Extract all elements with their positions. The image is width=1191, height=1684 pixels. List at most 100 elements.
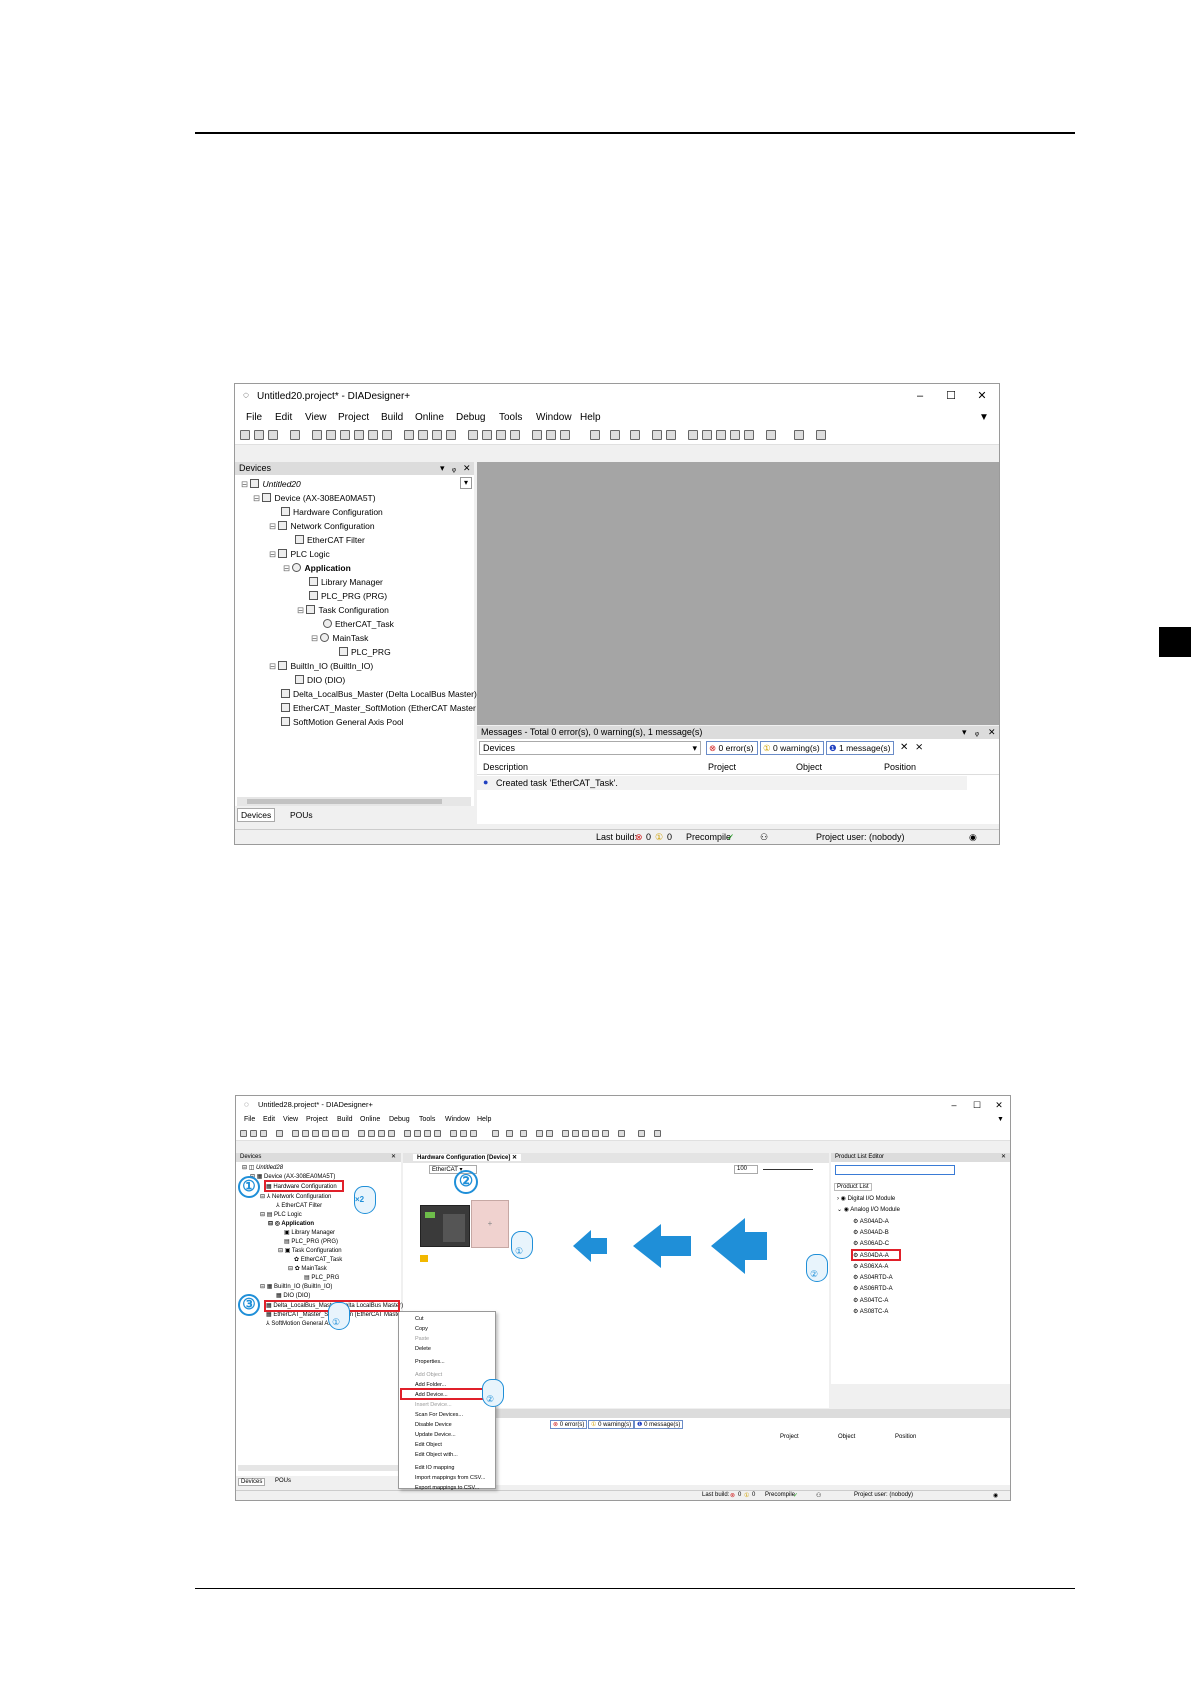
panel-close-icon[interactable]: ✕ <box>463 462 471 475</box>
breakpoint-clear-icon[interactable] <box>602 1130 609 1137</box>
panel-dropdown-icon[interactable]: ▾ <box>440 462 445 475</box>
menu-item-delete[interactable]: Delete <box>415 1346 431 1352</box>
tree-node-localbus-master[interactable]: Delta_LocalBus_Master (Delta LocalBus Ma… <box>281 689 477 699</box>
monitor-icon[interactable] <box>794 430 804 440</box>
save-icon[interactable] <box>268 430 278 440</box>
errors-filter-button[interactable]: ⊗ 0 error(s) <box>706 741 758 755</box>
copy-icon[interactable] <box>354 430 364 440</box>
tree-node-plc-logic[interactable]: ⊟ ▤ PLC Logic <box>260 1211 302 1218</box>
bookmark-next-icon[interactable] <box>482 430 492 440</box>
find-prev-icon[interactable] <box>388 1130 395 1137</box>
maximize-icon[interactable]: ☐ <box>969 1097 985 1113</box>
run-icon[interactable] <box>520 1130 527 1137</box>
redo-icon[interactable] <box>302 1130 309 1137</box>
build-icon[interactable] <box>532 430 542 440</box>
add-module-slot[interactable]: + <box>471 1200 509 1248</box>
messages-filter-select[interactable]: Devices ▾ <box>479 741 701 755</box>
product-analog-io[interactable]: ⌄ ◉ Analog I/O Module <box>837 1206 900 1213</box>
undo-icon[interactable] <box>292 1130 299 1137</box>
tree-node-application[interactable]: ⊟ ◎ Application <box>268 1220 314 1227</box>
filter-icon[interactable]: ▼ <box>997 1116 1004 1123</box>
menu-item-add-object[interactable]: Add Object <box>415 1372 442 1378</box>
horizontal-scrollbar[interactable] <box>237 797 471 806</box>
tree-node-ethercat-filter[interactable]: EtherCAT Filter <box>295 535 365 545</box>
warnings-filter-button[interactable]: ① 0 warning(s) <box>760 741 824 755</box>
tree-node-axis-pool[interactable]: SoftMotion General Axis Pool <box>281 717 404 727</box>
menu-edit[interactable]: Edit <box>263 1116 275 1123</box>
pin-icon[interactable]: ᵩ <box>975 726 979 739</box>
reset-icon[interactable] <box>666 430 676 440</box>
menu-item-edit-object[interactable]: Edit Object <box>415 1442 442 1448</box>
logout-icon[interactable] <box>506 1130 513 1137</box>
find-prev-icon[interactable] <box>446 430 456 440</box>
product-digital-io[interactable]: › ◉ Digital I/O Module <box>837 1195 895 1202</box>
tree-node-dio[interactable]: ▦ DIO (DIO) <box>276 1292 310 1299</box>
watch-icon[interactable] <box>618 1130 625 1137</box>
tree-node-application[interactable]: ⊟ Application <box>283 563 351 574</box>
menu-item-edit-object-with[interactable]: Edit Object with... <box>415 1452 458 1458</box>
tree-node-ethercat-filter[interactable]: ⅄ EtherCAT Filter <box>276 1202 322 1209</box>
menu-help[interactable]: Help <box>477 1116 491 1123</box>
tree-node-plc-prg-call[interactable]: PLC_PRG <box>339 647 391 657</box>
menu-item-import-csv[interactable]: Import mappings from CSV... <box>415 1475 485 1481</box>
pin-icon[interactable]: ᵩ <box>452 462 456 475</box>
rebuild-icon[interactable] <box>460 1130 467 1137</box>
menu-item-update-device[interactable]: Update Device... <box>415 1432 456 1438</box>
delete-icon[interactable] <box>342 1130 349 1137</box>
product-item[interactable]: ⚙ AS04RTD-A <box>853 1274 893 1281</box>
bookmark-icon[interactable] <box>468 430 478 440</box>
tree-node-plc-prg[interactable]: PLC_PRG (PRG) <box>309 591 387 601</box>
menu-view[interactable]: View <box>305 412 327 423</box>
tab-pous[interactable]: POUs <box>273 1478 293 1484</box>
reset-icon[interactable] <box>546 1130 553 1137</box>
find-next-icon[interactable] <box>432 430 442 440</box>
messages-filter-button[interactable]: ❶ 1 message(s) <box>826 741 894 755</box>
find-next-icon[interactable] <box>378 1130 385 1137</box>
column-object[interactable]: Object <box>796 762 822 772</box>
product-item[interactable]: ⚙ AS06RTD-A <box>853 1285 893 1292</box>
tree-node-task-configuration[interactable]: ⊟ Task Configuration <box>297 605 389 616</box>
close-icon[interactable]: ✕ <box>974 388 990 404</box>
tree-node-ethercat-task[interactable]: ✿ EtherCAT_Task <box>294 1256 342 1263</box>
panel-close-icon[interactable]: ✕ <box>988 726 996 739</box>
replace-icon[interactable] <box>368 1130 375 1137</box>
paste-icon[interactable] <box>368 430 378 440</box>
maximize-icon[interactable]: ☐ <box>943 388 959 404</box>
tree-dropdown-button[interactable]: ▾ <box>460 477 472 489</box>
product-list-tab[interactable]: Product List <box>834 1183 872 1191</box>
menu-debug[interactable]: Debug <box>456 412 485 423</box>
menu-tools[interactable]: Tools <box>499 412 522 423</box>
cut-icon[interactable] <box>312 1130 319 1137</box>
bookmark-clear-icon[interactable] <box>510 430 520 440</box>
paste-icon[interactable] <box>332 1130 339 1137</box>
menu-view[interactable]: View <box>283 1116 298 1123</box>
menu-window[interactable]: Window <box>536 412 572 423</box>
tree-node-library-manager[interactable]: ▣ Library Manager <box>284 1229 335 1236</box>
find-icon[interactable] <box>358 1130 365 1137</box>
menu-project[interactable]: Project <box>306 1116 328 1123</box>
menu-item-disable-device[interactable]: Disable Device <box>415 1422 452 1428</box>
menu-edit[interactable]: Edit <box>275 412 292 423</box>
tree-node-main-task[interactable]: ⊟ ✿ MainTask <box>288 1265 327 1272</box>
product-item[interactable]: ⚙ AS06XA-A <box>853 1263 888 1270</box>
step-out-icon[interactable] <box>716 430 726 440</box>
tree-node-project[interactable]: ⊟ Untitled20 <box>241 479 301 490</box>
watch-icon[interactable] <box>766 430 776 440</box>
tree-node-library-manager[interactable]: Library Manager <box>309 577 383 587</box>
editor-tab[interactable]: Hardware Configuration [Device] ✕ <box>413 1154 522 1161</box>
find-icon[interactable] <box>404 430 414 440</box>
tree-node-main-task[interactable]: ⊟ MainTask <box>311 633 368 644</box>
menu-help[interactable]: Help <box>580 412 601 423</box>
new-icon[interactable] <box>240 430 250 440</box>
tree-node-axis-pool[interactable]: ⅄ SoftMotion General Axis <box>266 1320 336 1327</box>
user-icon[interactable]: ⚇ <box>760 832 768 843</box>
menu-online[interactable]: Online <box>360 1116 380 1123</box>
menu-item-cut[interactable]: Cut <box>415 1316 424 1322</box>
menu-build[interactable]: Build <box>381 412 403 423</box>
tree-node-plc-logic[interactable]: ⊟ PLC Logic <box>269 549 330 560</box>
zoom-slider[interactable] <box>763 1169 813 1170</box>
build-icon[interactable] <box>450 1130 457 1137</box>
close-icon[interactable]: ✕ <box>991 1097 1007 1113</box>
bookmark-icon[interactable] <box>404 1130 411 1137</box>
tab-devices[interactable]: Devices <box>237 808 276 822</box>
